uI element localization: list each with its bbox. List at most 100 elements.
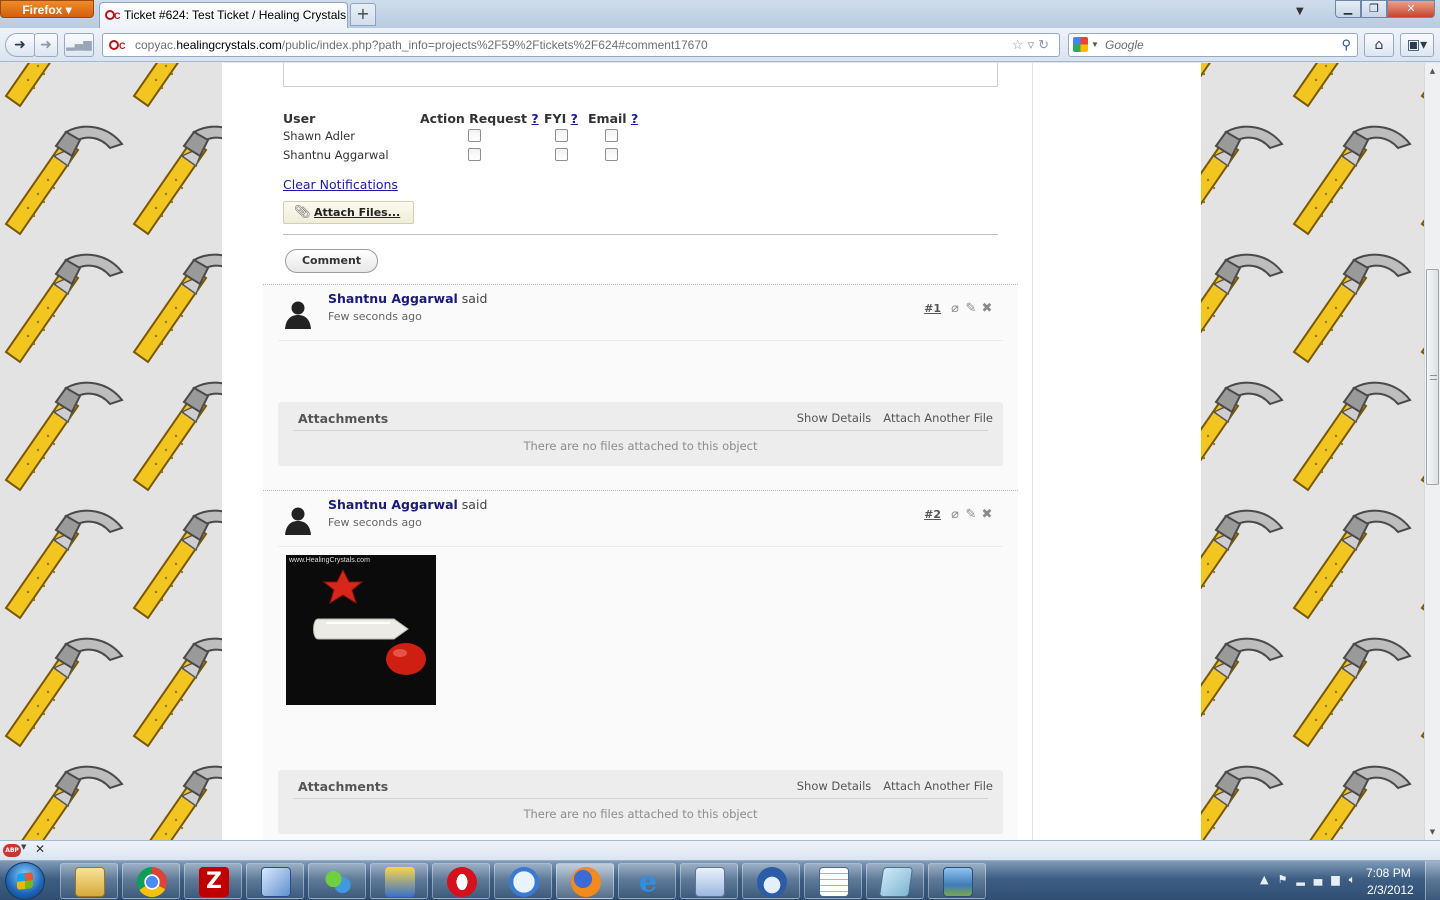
taskbar-firefox[interactable] [556, 863, 614, 899]
minimize-button[interactable]: ▁ [1335, 0, 1361, 18]
back-arrow-icon: ➜ [14, 37, 26, 53]
forward-button[interactable]: ➜ [34, 33, 58, 57]
taskbar-internet-explorer[interactable]: e [618, 863, 676, 899]
comment-textarea[interactable] [283, 63, 998, 87]
comment-permalink[interactable]: #1 [924, 302, 941, 315]
back-button[interactable]: ➜ [5, 33, 35, 57]
show-desktop-button[interactable] [1425, 861, 1440, 900]
comment-header: Shantnu Aggarwal said Few seconds ago #1… [278, 285, 1003, 341]
email-checkbox[interactable] [605, 129, 618, 142]
taskbar-image-viewer[interactable] [928, 863, 986, 899]
delete-icon[interactable]: ✖ [979, 301, 995, 316]
action-request-checkbox[interactable] [468, 148, 481, 161]
taskbar-messenger[interactable] [308, 863, 366, 899]
svg-text:C: C [119, 41, 126, 51]
adblock-dropdown-icon[interactable]: ▼ [21, 843, 26, 851]
comment-submit-button[interactable]: Comment [285, 249, 378, 273]
action-center-flag-icon[interactable]: ⚑ [1277, 873, 1296, 886]
scroll-up-arrow-icon[interactable]: ▲ [1425, 63, 1440, 79]
email-checkbox[interactable] [605, 148, 618, 161]
clear-notifications-link[interactable]: Clear Notifications [283, 177, 398, 192]
search-engine-dropdown-icon[interactable]: ▼ [1091, 34, 1099, 56]
author-link[interactable]: Shantnu Aggarwal [328, 497, 458, 512]
close-window-button[interactable]: ✕ [1387, 0, 1435, 18]
scroll-down-arrow-icon[interactable]: ▼ [1425, 824, 1440, 840]
show-details-link[interactable]: Show Details [797, 779, 872, 793]
edit-icon[interactable]: ✎ [963, 507, 979, 522]
taskbar-thunderbird[interactable] [742, 863, 800, 899]
volume-icon[interactable]: 🔈︎ [1349, 873, 1365, 886]
taskbar-network-tool[interactable] [370, 863, 428, 899]
taskbar-opera[interactable] [432, 863, 490, 899]
tab-active[interactable]: C Ticket #624: Test Ticket / Healing Cry… [99, 2, 348, 28]
attach-another-file-link[interactable]: Attach Another File [883, 779, 993, 793]
taskbar-virtualbox[interactable] [246, 863, 304, 899]
home-icon: ⌂ [1374, 37, 1384, 53]
action-request-checkbox[interactable] [468, 129, 481, 142]
attach-another-file-link[interactable]: Attach Another File [883, 411, 993, 425]
taskbar-google-chrome[interactable] [122, 863, 180, 899]
site-favicon-icon: C [109, 40, 126, 51]
close-icon[interactable]: ✕ [35, 842, 45, 856]
title-bar: Firefox ▾ C Ticket #624: Test Ticket / H… [0, 0, 1440, 28]
comment-header: Shantnu Aggarwal said Few seconds ago #2… [278, 491, 1003, 547]
search-placeholder: Google [1105, 38, 1144, 52]
author-link[interactable]: Shantnu Aggarwal [328, 291, 458, 306]
show-hidden-icons-icon[interactable]: ▲ [1260, 873, 1277, 886]
network-signal-icon[interactable]: ▂▄▆ [1296, 873, 1348, 886]
scrollbar-thumb[interactable] [1426, 269, 1439, 485]
reload-icon[interactable]: ↻ [1038, 37, 1053, 52]
cube-icon [261, 867, 291, 897]
adblock-plus-icon[interactable]: ABP [3, 844, 21, 857]
attach-icon[interactable]: ⌀ [947, 507, 963, 522]
vertical-scrollbar[interactable]: ▲ ▼ [1424, 63, 1440, 840]
page-column: User Action Request ? FYI ? Email ? Shaw… [222, 63, 1201, 840]
home-button[interactable]: ⌂ [1364, 33, 1394, 57]
action-request-help-link[interactable]: ? [531, 111, 538, 126]
comment-1: Shantnu Aggarwal said Few seconds ago #1… [263, 285, 1018, 490]
site-favicon-icon: C [105, 10, 121, 21]
url-bar[interactable]: C copyac.healingcrystals.com/public/inde… [102, 33, 1060, 57]
tab-list-chevron-icon[interactable]: ▼ [1296, 6, 1304, 17]
clock-time[interactable]: 7:08 PM [1366, 866, 1411, 880]
attach-files-button[interactable]: 📎︎ Attach Files... [283, 201, 414, 224]
search-icon[interactable]: ⚲ [1341, 34, 1351, 56]
search-bar[interactable]: ▼ Google ⚲ [1068, 33, 1358, 57]
taskbar-remote-desktop[interactable] [680, 863, 738, 899]
restore-button[interactable]: ❐ [1361, 0, 1387, 18]
start-button[interactable] [5, 862, 45, 900]
comment-author: Shantnu Aggarwal said [328, 497, 488, 512]
attachments-title: Attachments [298, 411, 389, 426]
taskbar-openoffice-calc[interactable] [804, 863, 862, 899]
history-bars-icon[interactable]: ▂▄▆ [64, 33, 94, 57]
taskbar-filezilla[interactable]: Z [184, 863, 242, 899]
delete-icon[interactable]: ✖ [979, 507, 995, 522]
firefox-menu-button[interactable]: Firefox ▾ [0, 0, 94, 18]
comment-image[interactable]: www.HealingCrystals.com [286, 555, 436, 705]
show-details-link[interactable]: Show Details [797, 411, 872, 425]
grip-icon [1430, 375, 1437, 380]
system-tray: ▲⚑▂▄▆🔈︎ 7:08 PM 2/3/2012 [1250, 861, 1440, 900]
taskbar-notepad[interactable] [866, 863, 924, 899]
main-content: User Action Request ? FYI ? Email ? Shaw… [222, 63, 1032, 840]
edit-icon[interactable]: ✎ [963, 301, 979, 316]
filezilla-icon: Z [199, 867, 229, 897]
attach-icon[interactable]: ⌀ [947, 301, 963, 316]
header-fyi: FYI ? [544, 111, 578, 126]
comment-time: Few seconds ago [328, 516, 422, 529]
comment-permalink[interactable]: #2 [924, 508, 941, 521]
email-help-link[interactable]: ? [631, 111, 638, 126]
google-icon[interactable] [1073, 37, 1088, 52]
bookmarks-button[interactable]: ▣▾ [1400, 33, 1434, 57]
bookmark-star-icon[interactable]: ☆ [1012, 37, 1028, 52]
taskbar-safari[interactable] [494, 863, 552, 899]
fyi-checkbox[interactable] [555, 129, 568, 142]
svg-text:C: C [114, 11, 121, 21]
fyi-help-link[interactable]: ? [571, 111, 578, 126]
fyi-checkbox[interactable] [555, 148, 568, 161]
new-tab-button[interactable]: + [350, 3, 376, 26]
url-prefix: copyac. [135, 38, 177, 52]
dropdown-icon[interactable]: ▿ [1028, 37, 1039, 52]
taskbar-windows-explorer[interactable] [60, 863, 118, 899]
clock-date[interactable]: 2/3/2012 [1367, 883, 1414, 897]
